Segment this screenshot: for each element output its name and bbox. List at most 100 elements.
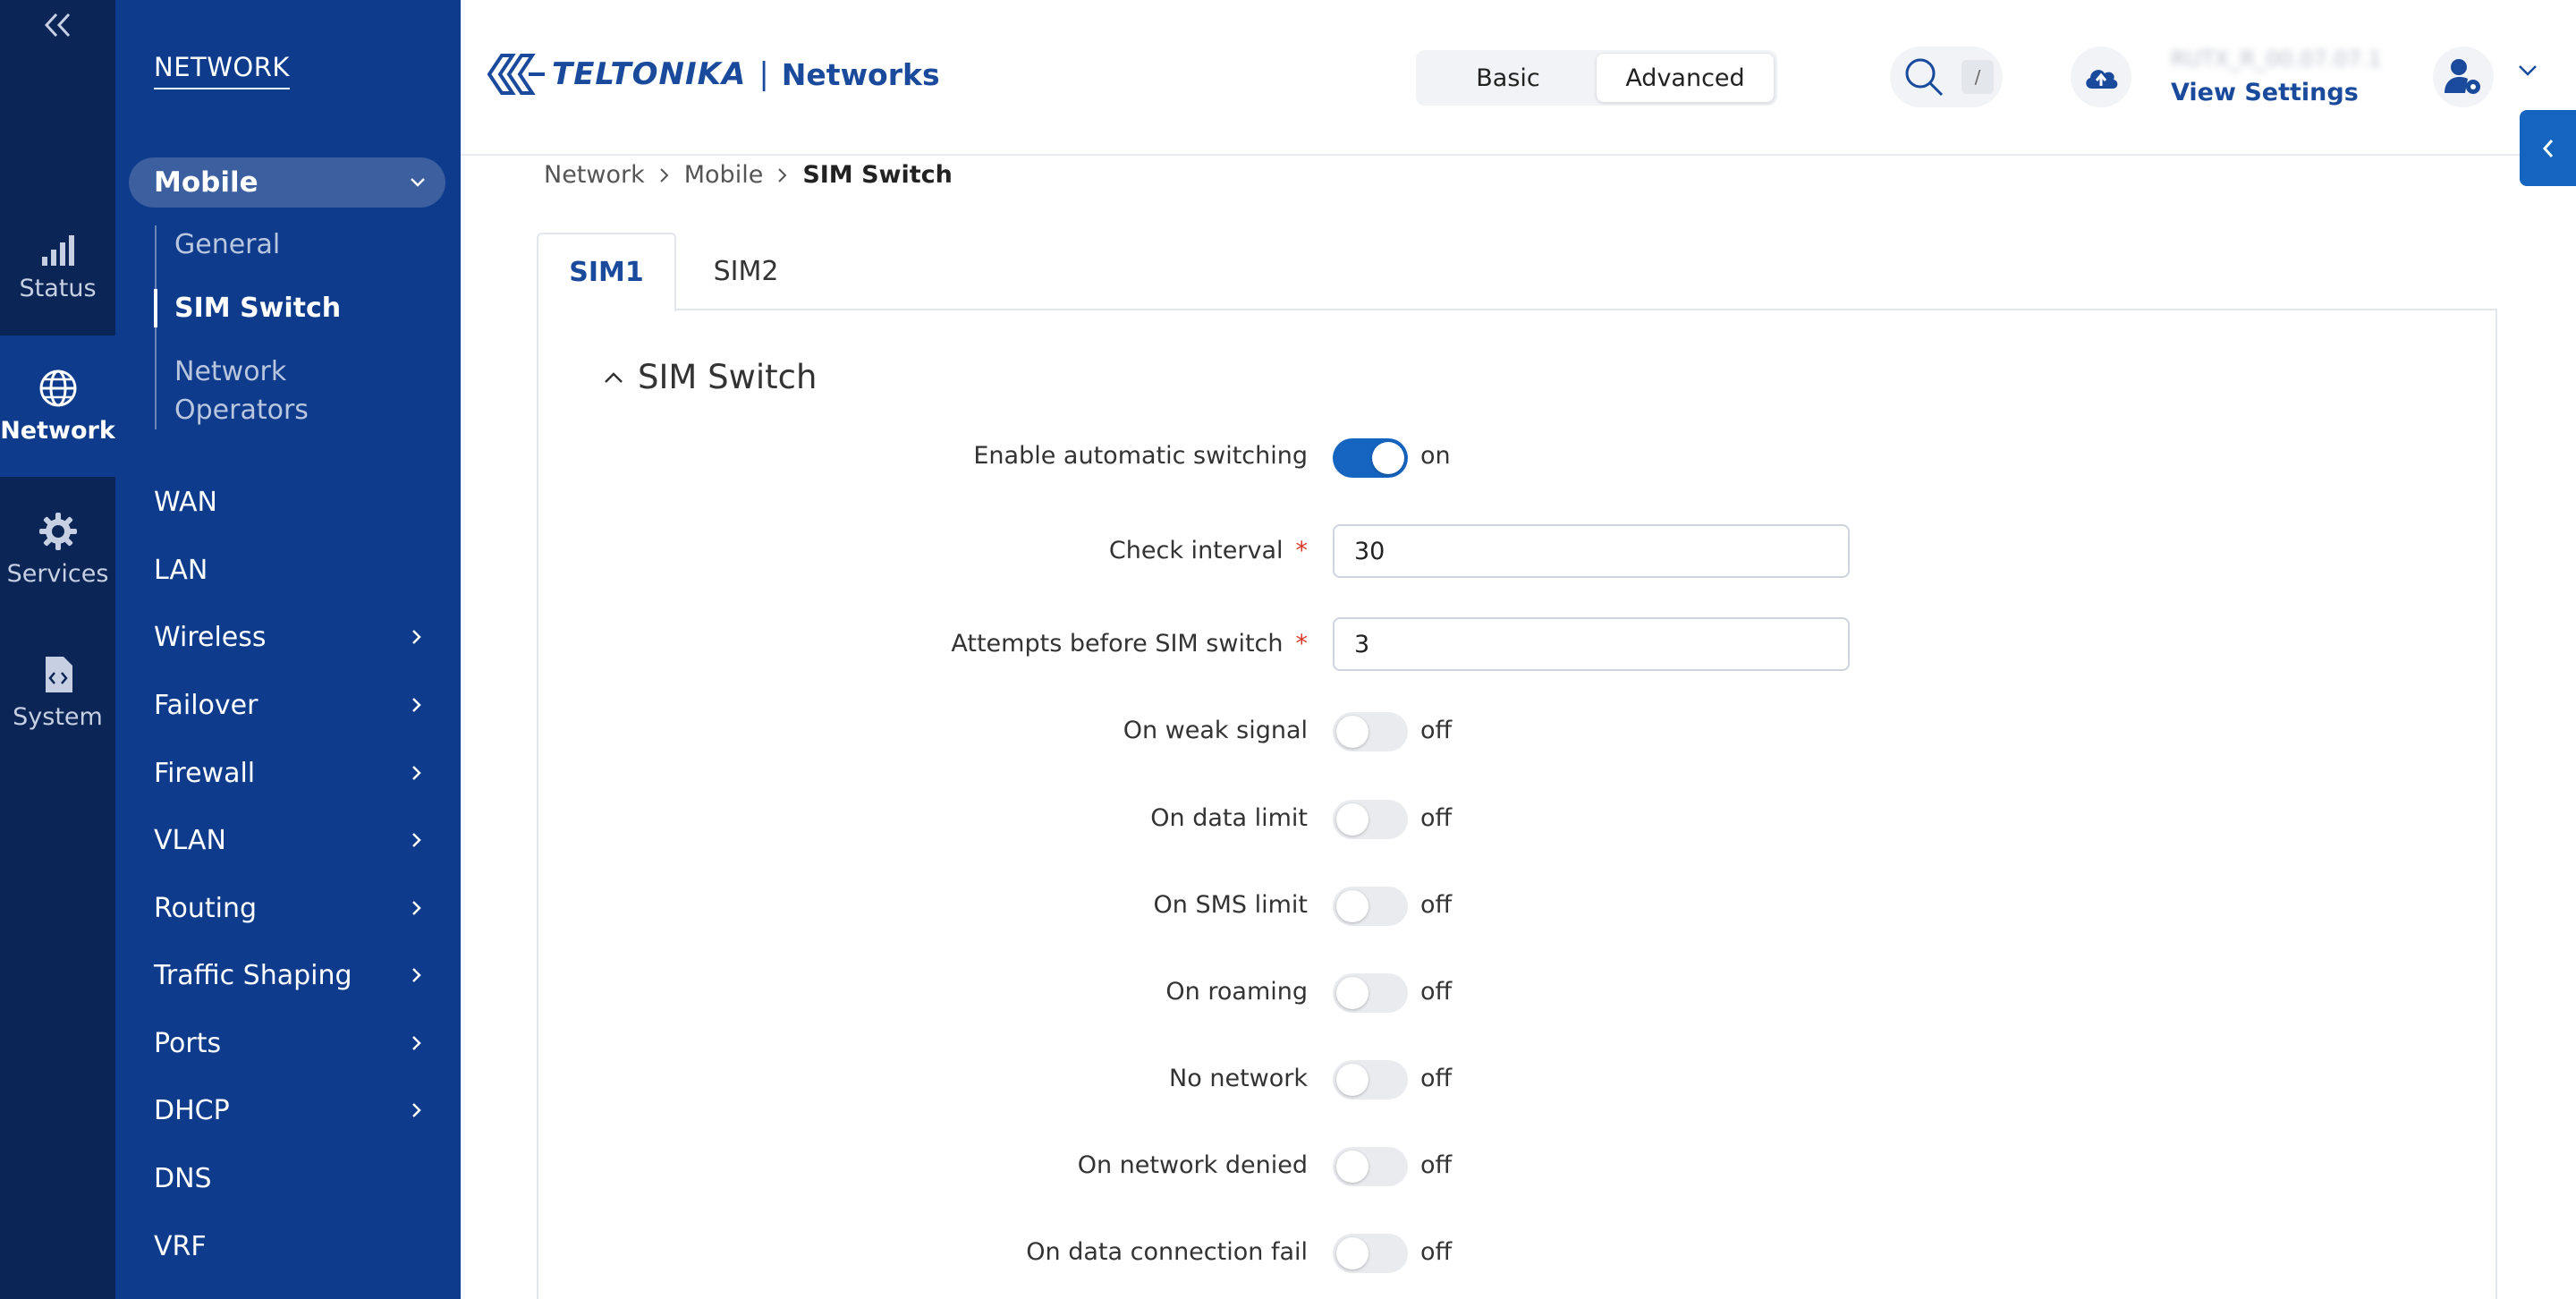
field-label: On weak signal xyxy=(1123,717,1308,744)
chevron-right-icon xyxy=(412,630,421,644)
tab-sim2[interactable]: SIM2 xyxy=(676,233,816,310)
chevron-right-icon xyxy=(778,167,787,183)
sidebar-item-label: LAN xyxy=(154,554,208,586)
chevron-right-icon xyxy=(412,1103,421,1117)
rail-item-label: System xyxy=(13,702,103,731)
on-data-connection-fail-toggle[interactable] xyxy=(1333,1234,1408,1273)
sidebar-item-label: DNS xyxy=(154,1162,212,1194)
collapse-sidebar-button[interactable] xyxy=(0,0,115,50)
no-network-toggle[interactable] xyxy=(1333,1060,1408,1099)
sidebar: NETWORK Mobile General SIM Switch Networ… xyxy=(115,0,461,1299)
gear-icon xyxy=(38,512,77,550)
on-data-limit-toggle[interactable] xyxy=(1333,800,1408,839)
rail-item-label: Status xyxy=(19,274,97,302)
rail-item-services[interactable]: Services xyxy=(0,479,115,620)
field-label: Attempts before SIM switch * xyxy=(951,630,1308,658)
sidebar-item-label: Wireless xyxy=(154,621,267,653)
sidebar-item-vlan[interactable]: VLAN xyxy=(154,818,422,862)
brand-subtitle: Networks xyxy=(781,56,940,92)
toggle-state: off xyxy=(1420,1238,1453,1266)
sidebar-item-label: Failover xyxy=(154,689,258,721)
sidebar-subitem-network-operators[interactable]: Network Operators xyxy=(157,352,335,429)
chevron-right-icon xyxy=(412,901,421,915)
sidebar-item-dhcp[interactable]: DHCP xyxy=(154,1088,422,1133)
sidebar-item-mobile[interactable]: Mobile xyxy=(129,157,445,208)
cloud-upload-button[interactable] xyxy=(2071,47,2131,107)
chevron-right-icon xyxy=(660,167,669,183)
on-network-denied-toggle[interactable] xyxy=(1333,1147,1408,1186)
on-sms-limit-toggle[interactable] xyxy=(1333,887,1408,926)
toggle-state: on xyxy=(1420,442,1451,470)
view-settings-link[interactable]: View Settings xyxy=(2171,79,2359,106)
sidebar-item-ports[interactable]: Ports xyxy=(154,1021,422,1066)
chevron-down-icon xyxy=(411,178,425,187)
sidebar-item-failover[interactable]: Failover xyxy=(154,683,422,727)
sidebar-item-traffic-shaping[interactable]: Traffic Shaping xyxy=(154,953,422,998)
chevron-right-icon xyxy=(412,766,421,780)
rail-item-label: Network xyxy=(0,416,115,445)
sidebar-item-label: Mobile xyxy=(154,166,258,199)
breadcrumb-current: SIM Switch xyxy=(802,161,953,189)
toggle-state: off xyxy=(1420,717,1453,744)
sidebar-item-label: Traffic Shaping xyxy=(154,959,352,991)
chevron-up-icon xyxy=(605,371,623,383)
double-chevron-left-icon xyxy=(44,13,70,38)
open-side-panel-button[interactable] xyxy=(2520,110,2576,186)
on-roaming-toggle[interactable] xyxy=(1333,973,1408,1013)
brand-name: TELTONIKA xyxy=(552,56,747,92)
teltonika-mark-icon xyxy=(487,54,545,95)
sidebar-item-label: VRF xyxy=(154,1230,207,1262)
section-title: SIM Switch xyxy=(638,358,818,396)
brand-logo[interactable]: TELTONIKA | Networks xyxy=(487,50,940,98)
chevron-left-icon xyxy=(2542,139,2553,157)
brand-separator: | xyxy=(758,56,769,92)
user-settings-icon xyxy=(2445,59,2480,94)
sidebar-item-dns[interactable]: DNS xyxy=(154,1156,422,1201)
field-label: On SMS limit xyxy=(1153,891,1309,919)
chevron-right-icon xyxy=(412,968,421,982)
sidebar-subitem-sim-switch[interactable]: SIM Switch xyxy=(154,289,423,327)
rail-item-system[interactable]: System xyxy=(0,622,115,763)
sidebar-item-wan[interactable]: WAN xyxy=(154,480,422,524)
sidebar-item-firewall[interactable]: Firewall xyxy=(154,751,422,795)
breadcrumb-item[interactable]: Network xyxy=(544,161,645,189)
field-label: Check interval * xyxy=(1108,537,1308,565)
sidebar-item-vrf[interactable]: VRF xyxy=(154,1224,422,1269)
mode-advanced-button[interactable]: Advanced xyxy=(1597,54,1774,102)
field-label: On network denied xyxy=(1077,1151,1308,1179)
sidebar-item-label: VLAN xyxy=(154,824,226,856)
field-label: On roaming xyxy=(1165,978,1308,1006)
code-file-icon xyxy=(45,656,72,692)
check-interval-input[interactable]: 30 xyxy=(1333,524,1850,578)
globe-icon xyxy=(39,369,76,406)
rail-item-label: Services xyxy=(6,559,109,588)
icon-rail: Status Network Services System xyxy=(0,0,115,1299)
chevron-right-icon xyxy=(412,1036,421,1050)
tab-sim1[interactable]: SIM1 xyxy=(537,233,676,312)
breadcrumb-item[interactable]: Mobile xyxy=(684,161,764,189)
sidebar-item-label: Routing xyxy=(154,892,258,924)
sidebar-item-label: DHCP xyxy=(154,1094,230,1126)
sidebar-subitem-general[interactable]: General xyxy=(157,225,423,264)
rail-item-status[interactable]: Status xyxy=(0,197,115,338)
sidebar-item-label: WAN xyxy=(154,486,217,518)
attempts-before-sim-switch-input[interactable]: 3 xyxy=(1333,617,1850,671)
sidebar-item-wireless[interactable]: Wireless xyxy=(154,615,422,659)
field-label: On data limit xyxy=(1150,804,1308,832)
sidebar-item-label: Firewall xyxy=(154,757,256,789)
mode-basic-button[interactable]: Basic xyxy=(1419,54,1597,102)
section-header[interactable]: SIM Switch xyxy=(604,358,817,396)
sidebar-item-routing[interactable]: Routing xyxy=(154,886,422,930)
required-marker: * xyxy=(1295,630,1309,658)
enable-automatic-switching-toggle[interactable] xyxy=(1333,438,1408,478)
user-menu-button[interactable] xyxy=(2433,47,2494,107)
sidebar-item-lan[interactable]: LAN xyxy=(154,548,422,592)
toggle-state: off xyxy=(1420,891,1453,919)
chevron-right-icon xyxy=(412,698,421,712)
chevron-down-icon[interactable] xyxy=(2518,64,2538,77)
search-button[interactable]: / xyxy=(1890,47,2003,107)
signal-bars-icon xyxy=(41,234,74,266)
rail-item-network[interactable]: Network xyxy=(0,335,115,477)
on-weak-signal-toggle[interactable] xyxy=(1333,712,1408,751)
toggle-state: off xyxy=(1420,978,1453,1006)
